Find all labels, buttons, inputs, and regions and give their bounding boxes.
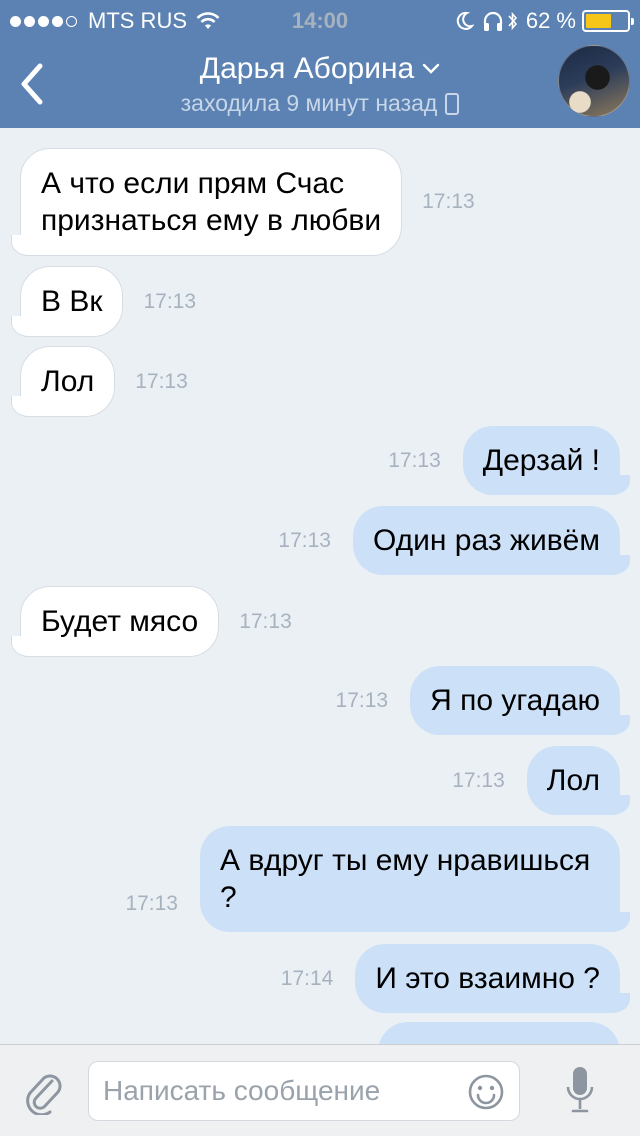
message-time: 17:13 [388, 448, 441, 472]
top-bar: MTS RUS 14:00 62 % Дарья Аборина заходил… [0, 0, 640, 128]
contact-name: Дарья Аборина [199, 52, 415, 85]
message-bubble[interactable]: Лол [10, 346, 116, 417]
message-bubble[interactable]: А вдруг ты ему нравишься ? [200, 826, 630, 932]
message-bubble[interactable]: А что если прям Счас признаться ему в лю… [10, 148, 403, 256]
message-time: 17:13 [143, 289, 197, 313]
conversation-title[interactable]: Дарья Аборина заходила 9 минут назад [120, 52, 520, 117]
message-input-field[interactable] [88, 1061, 520, 1121]
headphones-icon [483, 11, 502, 31]
message-text-line: признаться ему в любви [41, 204, 382, 237]
message-text-line: Один раз живём [372, 524, 600, 557]
message-text-line: ? [220, 881, 237, 914]
smile-icon[interactable] [467, 1073, 505, 1111]
message-time: 17:13 [422, 190, 475, 213]
message-bubble[interactable]: В Вк [10, 266, 124, 337]
message-list[interactable]: А что если прям Счас признаться ему в лю… [0, 128, 640, 1044]
message-text-line: А вдруг ты ему нравишься [220, 844, 591, 877]
message-outgoing[interactable]: Один раз живём 17:13 [278, 506, 631, 575]
phone-icon [445, 92, 460, 115]
message-bubble[interactable]: Я по угадаю [410, 666, 630, 735]
contact-avatar[interactable] [558, 45, 630, 117]
message-text-line: И это взаимно ? [375, 962, 600, 995]
message-text-line: В Вк [41, 285, 103, 318]
message-outgoing[interactable]: Я по угадаю 17:13 [335, 666, 630, 735]
message-incoming[interactable]: В Вк 17:13 [10, 266, 197, 337]
status-right: 62 % [454, 8, 634, 34]
status-bar: MTS RUS 14:00 62 % [0, 0, 640, 40]
message-bubble[interactable]: И это взаимно ? [355, 944, 630, 1013]
message-composer [0, 1044, 640, 1136]
message-time: 17:13 [278, 528, 331, 552]
message-time: 17:13 [452, 768, 505, 792]
chevron-down-icon [423, 63, 440, 74]
chat-header: Дарья Аборина заходила 9 минут назад [0, 40, 640, 128]
message-outgoing[interactable]: Дерзай ! 17:13 [388, 426, 631, 495]
battery-percentage: 62 % [525, 8, 576, 33]
message-bubble[interactable]: Один раз живём [352, 506, 631, 575]
message-bubble[interactable] [378, 1022, 620, 1044]
message-bubble[interactable]: Лол [526, 746, 631, 815]
message-text-line: Будет мясо [41, 605, 199, 638]
message-text-line: Дерзай ! [482, 444, 600, 477]
moon-icon [456, 11, 474, 30]
message-incoming[interactable]: Лол 17:13 [10, 346, 188, 417]
message-time: 17:13 [239, 609, 292, 633]
message-incoming[interactable]: А что если прям Счас признаться ему в лю… [10, 148, 475, 256]
message-incoming[interactable]: Будет мясо 17:13 [10, 586, 292, 657]
message-bubble[interactable]: Будет мясо [10, 586, 220, 657]
message-outgoing[interactable]: А вдруг ты ему нравишься ? 17:13 [125, 826, 630, 932]
message-outgoing[interactable]: Лол 17:13 [452, 746, 631, 815]
message-text-line: Лол [546, 764, 600, 797]
message-time: 17:13 [135, 369, 188, 393]
back-button[interactable] [10, 54, 60, 114]
message-outgoing[interactable]: И это взаимно ? 17:14 [280, 944, 630, 1013]
message-text-line: А что если прям Счас [41, 167, 345, 200]
message-time: 17:14 [280, 966, 334, 990]
message-bubble[interactable]: Дерзай ! [462, 426, 631, 495]
battery-fill [586, 14, 611, 28]
bluetooth-icon [508, 11, 517, 31]
message-time: 17:13 [125, 892, 178, 915]
last-seen-status: заходила 9 минут назад [180, 90, 438, 116]
message-outgoing-partial[interactable] [378, 1022, 620, 1044]
message-time: 17:13 [335, 688, 389, 712]
message-text-line: Я по угадаю [430, 684, 600, 717]
paperclip-icon[interactable] [22, 1067, 66, 1115]
microphone-icon[interactable] [564, 1065, 596, 1117]
message-text-line: Лол [41, 365, 95, 398]
message-input[interactable] [103, 1068, 463, 1114]
battery-icon [582, 10, 634, 32]
